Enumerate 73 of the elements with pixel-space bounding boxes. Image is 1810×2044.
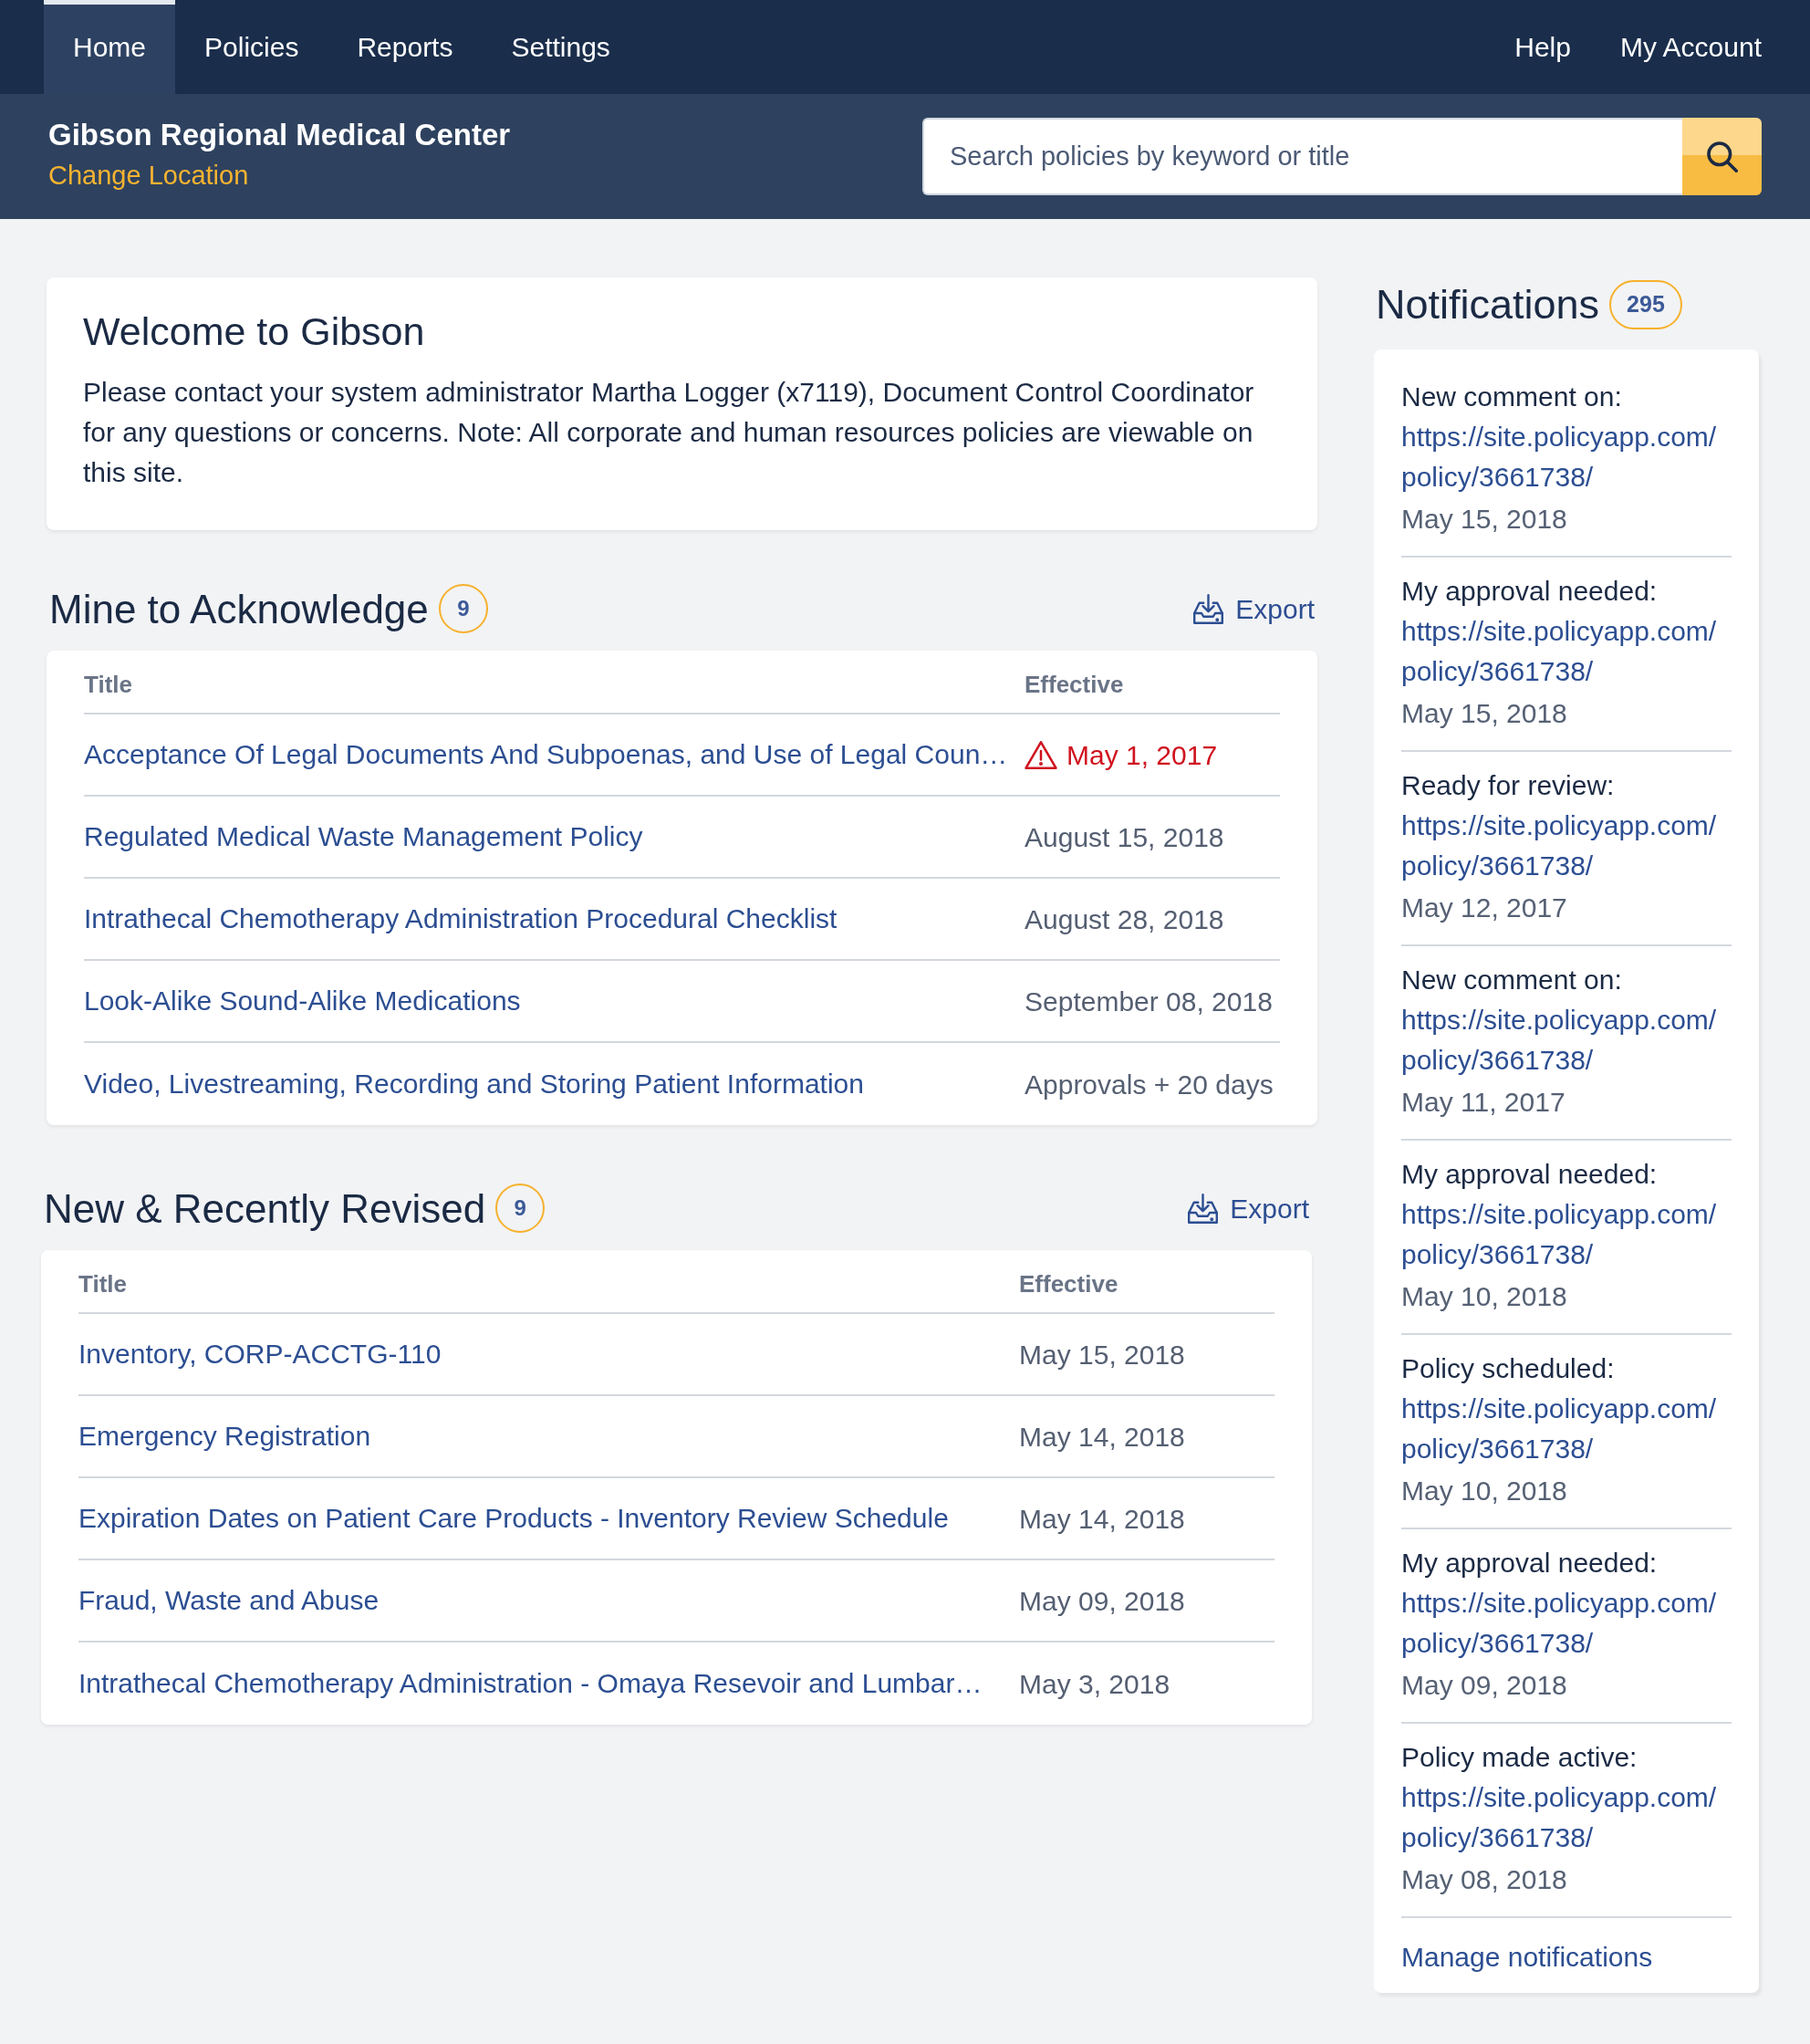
location-name: Gibson Regional Medical Center	[48, 116, 511, 153]
policy-link[interactable]: Emergency Registration	[78, 1421, 371, 1451]
notification-date: May 10, 2018	[1401, 1280, 1568, 1313]
notification-label: New comment on:	[1401, 964, 1623, 996]
nav-tab[interactable]: Reports	[328, 0, 483, 94]
policy-link[interactable]: Fraud, Waste and Abuse	[78, 1585, 380, 1615]
search-button[interactable]	[1682, 118, 1762, 195]
policy-link[interactable]: Video, Livestreaming, Recording and Storing Patient Information	[84, 1069, 864, 1099]
welcome-title: Welcome to Gibson	[83, 308, 426, 355]
nav-link[interactable]: Help	[1514, 26, 1571, 68]
effective-date: May 09, 2018	[1019, 1584, 1185, 1618]
welcome-text: Please contact your system administrator Martha Logger (x7119), Document Control Coordinator for any questions or concerns. Note: All corporate and human resources policies are viewable on this site.	[83, 376, 1255, 489]
section-title: New & Recently Revised	[44, 1184, 486, 1233]
notification-label: Policy scheduled:	[1401, 1352, 1616, 1385]
effective-date: May 14, 2018	[1019, 1420, 1185, 1454]
notification-link[interactable]: https://site.policyapp.com/policy/3661738/	[1401, 1389, 1732, 1469]
notification-date: May 10, 2018	[1401, 1475, 1568, 1507]
policy-link[interactable]: Expiration Dates on Patient Care Products - Inventory Review Schedule	[78, 1503, 949, 1533]
count-badge: 9	[438, 584, 488, 633]
notification-date: May 12, 2017	[1401, 892, 1568, 924]
column-header: Title	[78, 1268, 127, 1299]
notification-date: May 15, 2018	[1401, 503, 1568, 536]
export-button[interactable]: Export	[1188, 1187, 1309, 1229]
column-header: Effective	[1025, 669, 1124, 700]
notification-date: May 09, 2018	[1401, 1669, 1568, 1702]
effective-date: Approvals + 20 days	[1025, 1068, 1274, 1101]
notification-link[interactable]: https://site.policyapp.com/policy/3661738/	[1401, 1000, 1732, 1080]
notification-label: My approval needed:	[1401, 1158, 1659, 1191]
download-icon	[1188, 1193, 1219, 1224]
policy-link[interactable]: Intrathecal Chemotherapy Administration - Omaya Resevoir and Lumbar…	[78, 1668, 983, 1698]
notification-link[interactable]: https://site.policyapp.com/policy/3661738/	[1401, 1583, 1732, 1663]
search-field[interactable]: Search policies by keyword or title	[922, 118, 1682, 195]
effective-date: August 28, 2018	[1025, 902, 1224, 936]
notification-label: New comment on:	[1401, 381, 1623, 413]
policy-link[interactable]: Acceptance Of Legal Documents And Subpoenas, and Use of Legal Coun…	[84, 739, 1008, 769]
policy-link[interactable]: Regulated Medical Waste Management Policy	[84, 821, 643, 851]
notification-date: May 08, 2018	[1401, 1863, 1568, 1896]
policy-link[interactable]: Intrathecal Chemotherapy Administration Procedural Checklist	[84, 903, 837, 933]
notification-link[interactable]: https://site.policyapp.com/policy/3661738/	[1401, 806, 1732, 886]
notifications-title: Notifications	[1376, 280, 1600, 329]
export-button[interactable]: Export	[1193, 588, 1315, 630]
change-location-link[interactable]: Change Location	[48, 158, 249, 192]
policy-link[interactable]: Look-Alike Sound-Alike Medications	[84, 986, 521, 1016]
section-title: Mine to Acknowledge	[49, 585, 429, 633]
notification-link[interactable]: https://site.policyapp.com/policy/3661738/	[1401, 1778, 1732, 1858]
effective-date: May 15, 2018	[1019, 1338, 1185, 1371]
notification-label: My approval needed:	[1401, 575, 1659, 608]
column-header: Effective	[1019, 1268, 1118, 1299]
effective-date: May 14, 2018	[1019, 1502, 1185, 1536]
policy-link[interactable]: Inventory, CORP-ACCTG-110	[78, 1339, 442, 1369]
notification-label: My approval needed:	[1401, 1547, 1659, 1580]
effective-date: May 1, 2017	[1066, 738, 1218, 772]
effective-date: August 15, 2018	[1025, 820, 1224, 854]
manage-notifications-link[interactable]: Manage notifications	[1401, 1942, 1653, 1972]
search-icon	[1706, 141, 1738, 172]
nav-link[interactable]: My Account	[1619, 26, 1762, 68]
notification-link[interactable]: https://site.policyapp.com/policy/3661738/	[1401, 417, 1732, 497]
nav-tab[interactable]: Home	[44, 0, 176, 94]
column-header: Title	[84, 669, 132, 700]
nav-tab[interactable]: Policies	[175, 0, 328, 94]
notification-label: Policy made active:	[1401, 1741, 1638, 1774]
notification-label: Ready for review:	[1401, 769, 1616, 802]
count-badge: 9	[495, 1184, 546, 1233]
count-badge: 295	[1609, 280, 1682, 329]
warning-icon	[1025, 740, 1057, 769]
download-icon	[1193, 593, 1224, 624]
effective-date: May 3, 2018	[1019, 1667, 1170, 1701]
notification-link[interactable]: https://site.policyapp.com/policy/3661738/	[1401, 1194, 1732, 1275]
notification-date: May 15, 2018	[1401, 697, 1568, 730]
notification-link[interactable]: https://site.policyapp.com/policy/3661738/	[1401, 611, 1732, 692]
nav-tab[interactable]: Settings	[482, 0, 640, 94]
effective-date: September 08, 2018	[1025, 985, 1273, 1018]
notification-date: May 11, 2017	[1401, 1086, 1566, 1119]
